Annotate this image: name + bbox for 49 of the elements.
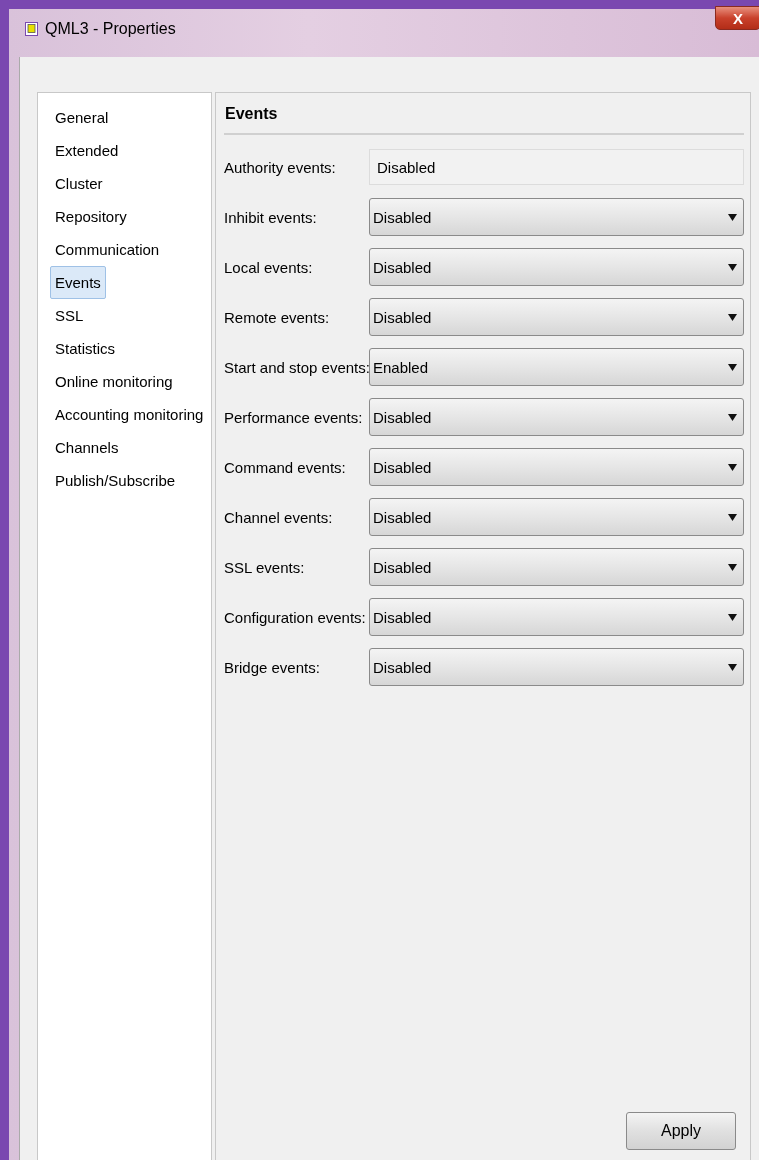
sidebar-item[interactable]: Extended <box>50 134 124 167</box>
dropdown[interactable]: Disabled <box>369 548 744 586</box>
dropdown[interactable]: Disabled <box>369 598 744 636</box>
field-label: Start and stop events: <box>224 358 369 376</box>
field-label: Performance events: <box>224 408 364 426</box>
dropdown[interactable]: Disabled <box>369 398 744 436</box>
field-label: Local events: <box>224 258 314 276</box>
field-label: SSL events: <box>224 558 306 576</box>
dropdown[interactable]: Disabled <box>369 448 744 486</box>
caret-icon <box>728 613 737 621</box>
dropdown[interactable]: Disabled <box>369 198 744 236</box>
field-label: Configuration events: <box>224 608 367 626</box>
sidebar-item[interactable]: Repository <box>50 200 132 233</box>
window-title: QML3 - Properties <box>45 20 176 38</box>
dropdown[interactable]: Disabled <box>369 498 744 536</box>
dropdown[interactable]: Disabled <box>369 298 744 336</box>
close-button[interactable]: X <box>715 6 759 30</box>
sidebar-item[interactable]: General <box>50 101 114 134</box>
caret-icon <box>728 513 737 521</box>
sidebar-item[interactable]: Online monitoring <box>50 365 178 398</box>
caret-icon <box>728 663 737 671</box>
sidebar-item[interactable]: Publish/Subscribe <box>50 464 181 497</box>
section-heading: Events <box>224 93 744 135</box>
app-icon <box>25 22 38 36</box>
field-label: Remote events: <box>224 308 331 326</box>
field-label: Inhibit events: <box>224 208 318 226</box>
sidebar-item[interactable]: Statistics <box>50 332 120 365</box>
caret-icon <box>728 563 737 571</box>
sidebar-item[interactable]: Accounting monitoring <box>50 398 209 431</box>
caret-icon <box>728 363 737 371</box>
field-label: Authority events: <box>224 158 337 176</box>
dropdown[interactable]: Disabled <box>369 248 744 286</box>
sidebar-item[interactable]: SSL <box>50 299 89 332</box>
dropdown[interactable]: Enabled <box>369 348 744 386</box>
readonly-field: Disabled <box>369 149 744 185</box>
caret-icon <box>728 313 737 321</box>
field-label: Command events: <box>224 458 347 476</box>
sidebar-item[interactable]: Events <box>50 266 106 299</box>
field-label: Channel events: <box>224 508 334 526</box>
caret-icon <box>728 213 737 221</box>
caret-icon <box>728 463 737 471</box>
caret-icon <box>728 263 737 271</box>
caret-icon <box>728 413 737 421</box>
apply-button[interactable]: Apply <box>626 1112 736 1150</box>
sidebar-item[interactable]: Cluster <box>50 167 108 200</box>
sidebar-item[interactable]: Channels <box>50 431 124 464</box>
dropdown[interactable]: Disabled <box>369 648 744 686</box>
sidebar-item[interactable]: Communication <box>50 233 165 266</box>
field-label: Bridge events: <box>224 658 321 676</box>
